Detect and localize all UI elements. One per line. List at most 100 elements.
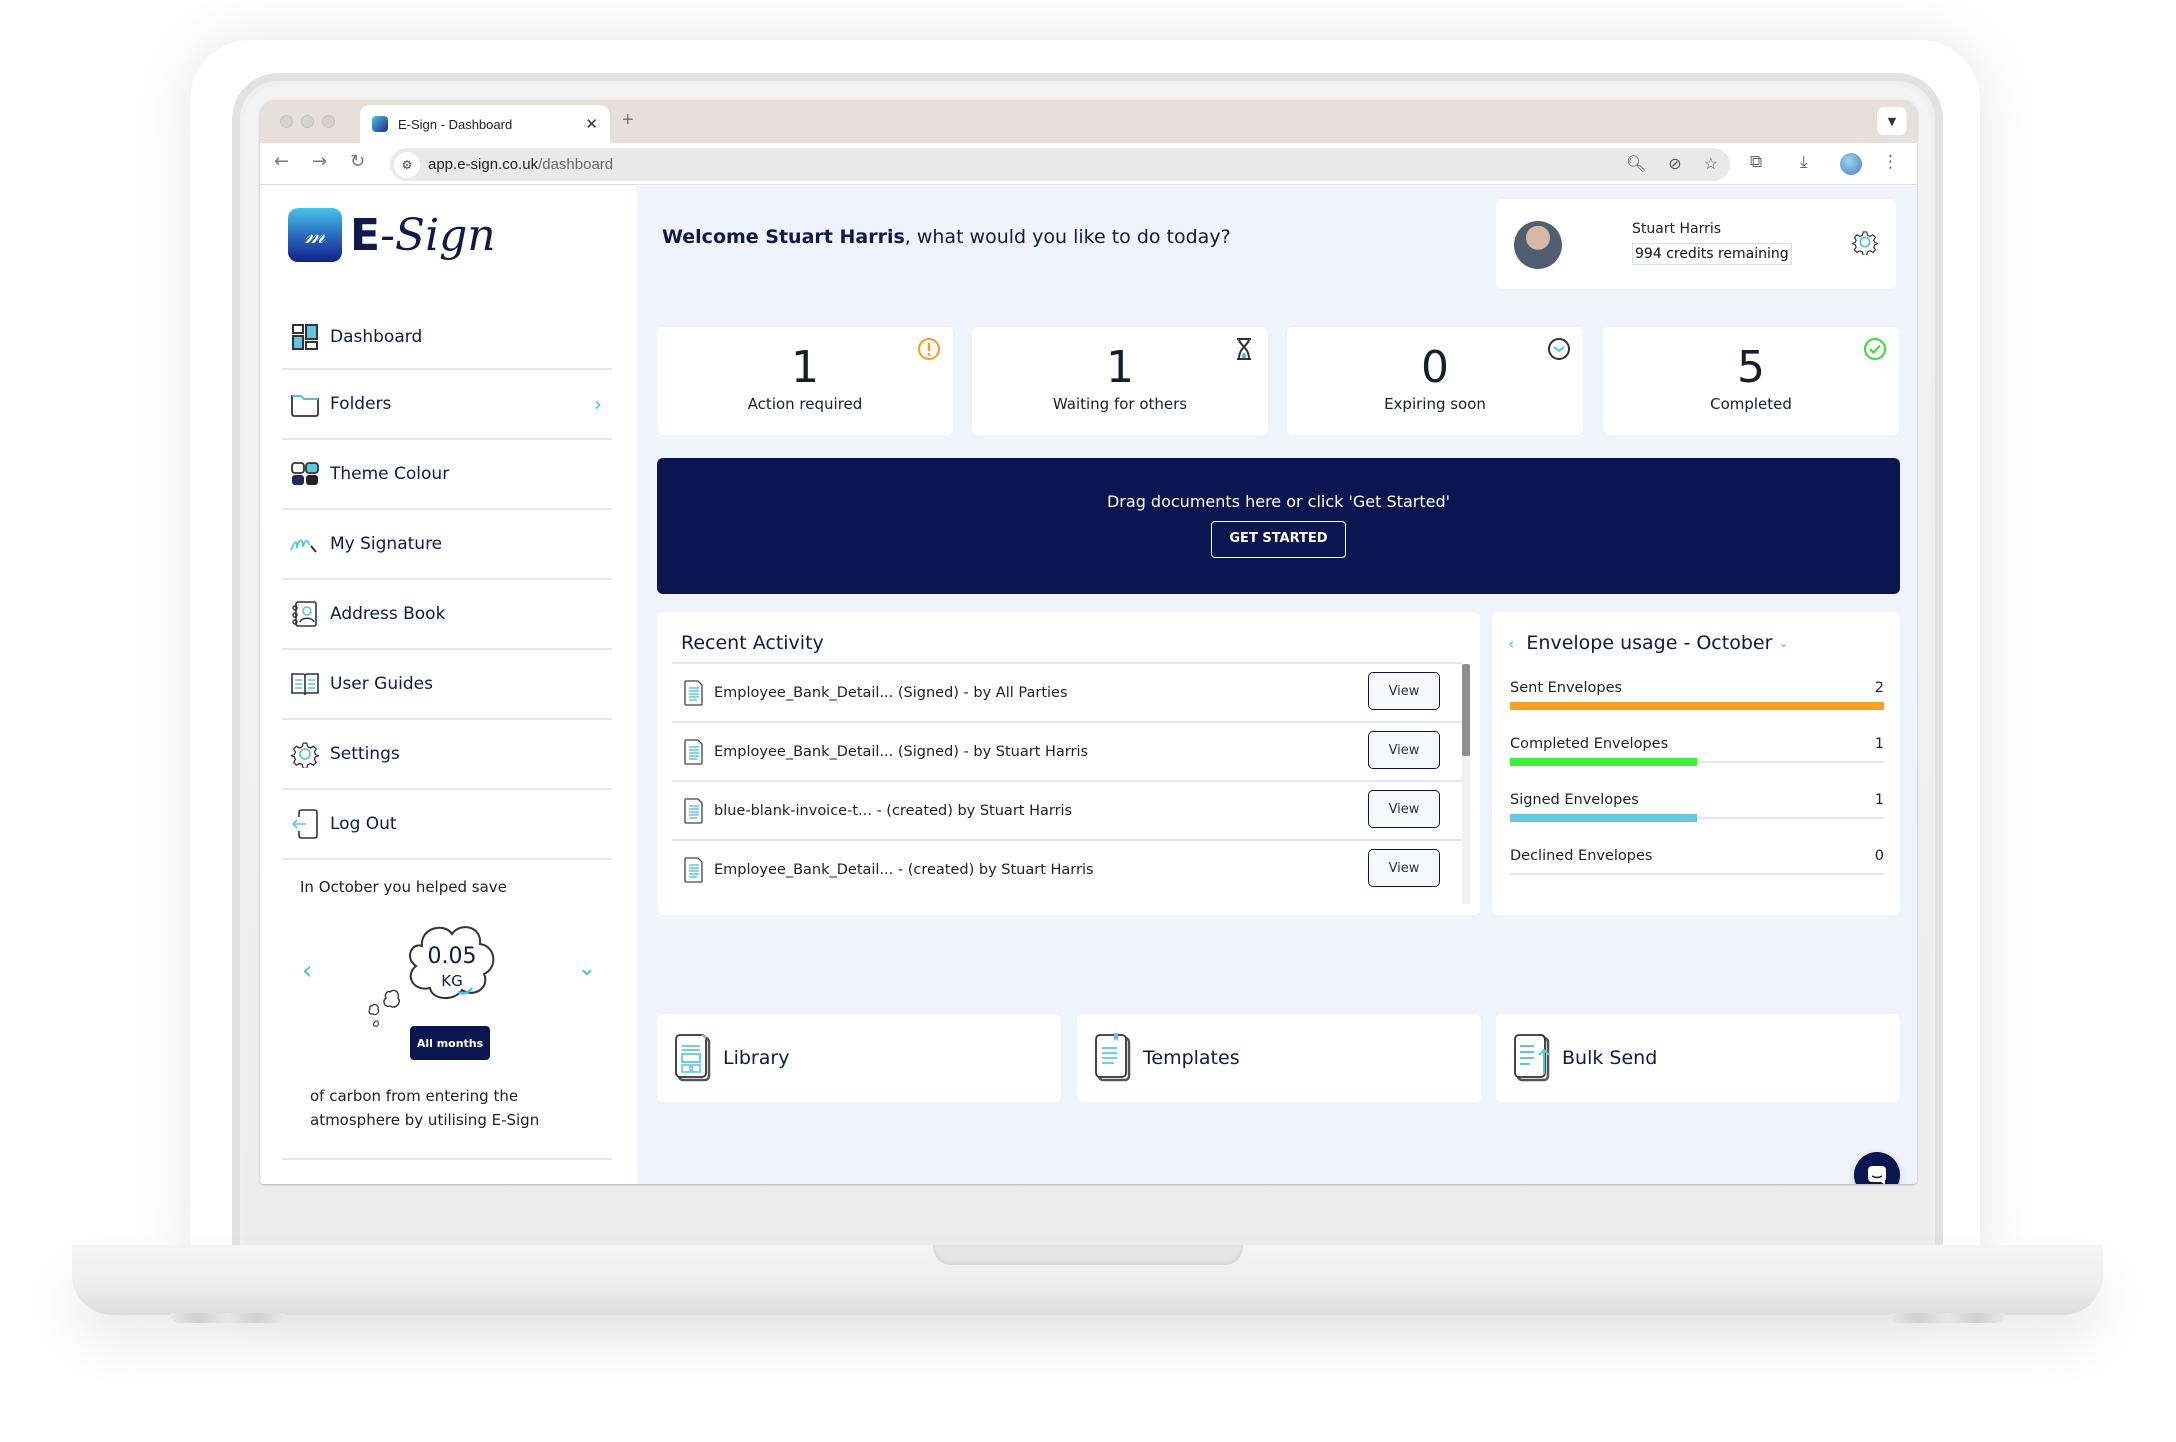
- new-tab-button[interactable]: +: [622, 109, 634, 132]
- sidebar-item-address-book[interactable]: Address Book: [282, 580, 612, 650]
- document-icon: [684, 738, 703, 765]
- sidebar-item-folders[interactable]: Folders ›: [282, 370, 612, 440]
- cloud-icon: 0.05 KG: [392, 916, 512, 1016]
- laptop-notch: [933, 1245, 1243, 1265]
- usage-bar-fill: [1510, 814, 1697, 822]
- book-icon: [290, 670, 320, 698]
- scrollbar-thumb[interactable]: [1462, 664, 1470, 756]
- check-circle-icon: [1864, 338, 1886, 360]
- small-clouds-icon: [368, 989, 400, 1027]
- sidebar-item-dashboard[interactable]: Dashboard: [282, 306, 612, 370]
- esign-logo[interactable]: 𝓂 E-Sign: [288, 208, 496, 262]
- activity-row: blue-blank-invoice-t... - (created) by S…: [672, 780, 1462, 839]
- month-dropdown-chevron-icon[interactable]: ⌄: [1778, 636, 1788, 650]
- carbon-value: 0.05: [427, 944, 477, 969]
- zoom-icon[interactable]: 🔍︎: [1626, 154, 1646, 174]
- chevron-right-icon[interactable]: ›: [594, 392, 602, 416]
- carbon-footer-text: of carbon from entering the atmosphere b…: [310, 1087, 540, 1129]
- activity-scrollbar[interactable]: [1462, 664, 1470, 904]
- stat-action-required[interactable]: 1 Action required: [657, 327, 953, 435]
- sidebar-item-settings[interactable]: Settings: [282, 720, 612, 790]
- usage-value: 1: [1874, 792, 1884, 808]
- site-settings-icon[interactable]: ⚙: [394, 151, 420, 178]
- sidebar-item-my-signature[interactable]: My Signature: [282, 510, 612, 580]
- envelope-usage-row: Declined Envelopes 0: [1510, 842, 1884, 898]
- window-close-button[interactable]: [280, 115, 293, 128]
- carbon-unit: KG: [441, 972, 463, 990]
- carbon-expand-chevron-icon[interactable]: ⌄: [578, 956, 596, 981]
- address-bar[interactable]: ⚙ app.e-sign.co.uk/dashboard 🔍︎ ⊘ ☆: [390, 148, 1730, 181]
- download-icon[interactable]: ⤓: [1800, 152, 1808, 172]
- sidebar-item-user-guides[interactable]: User Guides: [282, 650, 612, 720]
- document-icon: [684, 679, 703, 706]
- reload-icon[interactable]: ↻: [350, 151, 365, 172]
- stat-completed[interactable]: 5 Completed: [1603, 327, 1899, 435]
- usage-bar-fill: [1510, 758, 1697, 766]
- stat-expiring-soon[interactable]: 0 Expiring soon: [1287, 327, 1583, 435]
- signature-icon: [290, 530, 320, 558]
- view-button[interactable]: View: [1368, 849, 1440, 887]
- browser-tab[interactable]: E-Sign - Dashboard ✕: [360, 105, 610, 143]
- stat-label: Expiring soon: [1384, 395, 1486, 413]
- document-dropzone[interactable]: Drag documents here or click 'Get Starte…: [657, 458, 1900, 594]
- window-minimize-button[interactable]: [301, 115, 314, 128]
- forward-icon[interactable]: →: [312, 151, 327, 172]
- laptop-foot: [170, 1313, 285, 1323]
- chat-icon: [1868, 1166, 1886, 1184]
- carbon-prev-month-icon[interactable]: ‹: [302, 956, 312, 986]
- templates-shortcut[interactable]: Templates: [1077, 1014, 1481, 1102]
- clock-icon: [1548, 338, 1570, 360]
- chat-support-button[interactable]: [1854, 1152, 1900, 1184]
- profile-avatar[interactable]: [1840, 153, 1862, 175]
- shortcut-label: Templates: [1143, 1047, 1240, 1069]
- tracking-eye-off-icon[interactable]: ⊘: [1668, 154, 1681, 174]
- activity-text: Employee_Bank_Detail... (Signed) - by Al…: [714, 684, 1068, 701]
- bookmark-star-icon[interactable]: ☆: [1704, 154, 1718, 174]
- stat-value: 1: [1106, 342, 1134, 393]
- dropzone-text: Drag documents here or click 'Get Starte…: [1106, 492, 1450, 511]
- view-button[interactable]: View: [1368, 790, 1440, 828]
- browser-toolbar: ← → ↻ ⚙ app.e-sign.co.uk/dashboard 🔍︎ ⊘ …: [260, 143, 1917, 185]
- usage-prev-month-icon[interactable]: ‹: [1508, 634, 1514, 653]
- tab-search-chevron-icon[interactable]: ▼: [1877, 107, 1907, 135]
- app: 𝓂 E-Sign Dashboard Folders › Theme Colou…: [260, 186, 1917, 1184]
- usage-label: Signed Envelopes: [1510, 792, 1639, 808]
- tab-close-icon[interactable]: ✕: [585, 115, 598, 133]
- theme-icon: [290, 460, 320, 488]
- document-icon: [684, 797, 703, 824]
- envelope-usage-row: Completed Envelopes 1: [1510, 730, 1884, 786]
- sidebar-item-theme-colour[interactable]: Theme Colour: [282, 440, 612, 510]
- bulk-send-shortcut[interactable]: Bulk Send: [1496, 1014, 1900, 1102]
- user-name: Stuart Harris: [1632, 221, 1722, 237]
- back-icon[interactable]: ←: [274, 151, 289, 172]
- library-shortcut[interactable]: Library: [657, 1014, 1061, 1102]
- recent-activity-panel: Recent Activity Employee_Bank_Detail... …: [657, 612, 1480, 915]
- window-maximize-button[interactable]: [322, 115, 335, 128]
- view-button[interactable]: View: [1368, 731, 1440, 769]
- library-icon: [675, 1034, 711, 1082]
- usage-label: Sent Envelopes: [1510, 680, 1623, 696]
- stat-waiting-for-others[interactable]: 1 Waiting for others: [972, 327, 1268, 435]
- envelope-usage-panel: ‹ Envelope usage - October ⌄ Sent Envelo…: [1492, 612, 1900, 915]
- document-icon: [684, 856, 703, 883]
- all-months-button[interactable]: All months: [410, 1026, 490, 1060]
- recent-activity-title: Recent Activity: [681, 632, 824, 654]
- activity-text: Employee_Bank_Detail... - (created) by S…: [714, 861, 1094, 878]
- envelope-usage-rows: Sent Envelopes 2 Completed Envelopes 1 Signe…: [1510, 674, 1884, 898]
- usage-value: 1: [1874, 736, 1884, 752]
- get-started-button[interactable]: GET STARTED: [1211, 521, 1346, 558]
- browser-menu-icon[interactable]: ⋮: [1882, 152, 1899, 172]
- templates-icon: [1095, 1033, 1131, 1082]
- avatar[interactable]: [1514, 221, 1562, 269]
- usage-label: Completed Envelopes: [1510, 736, 1669, 752]
- folder-icon: [290, 390, 320, 418]
- usage-label: Declined Envelopes: [1510, 848, 1653, 864]
- sidebar-item-log-out[interactable]: Log Out: [282, 790, 612, 860]
- url-path: /dashboard: [538, 156, 614, 173]
- user-settings-gear-icon[interactable]: [1852, 229, 1878, 255]
- usage-value: 2: [1874, 680, 1884, 696]
- alert-icon: [918, 338, 940, 360]
- view-button[interactable]: View: [1368, 672, 1440, 710]
- extensions-icon[interactable]: ⧉: [1750, 152, 1762, 172]
- stat-value: 5: [1737, 342, 1765, 393]
